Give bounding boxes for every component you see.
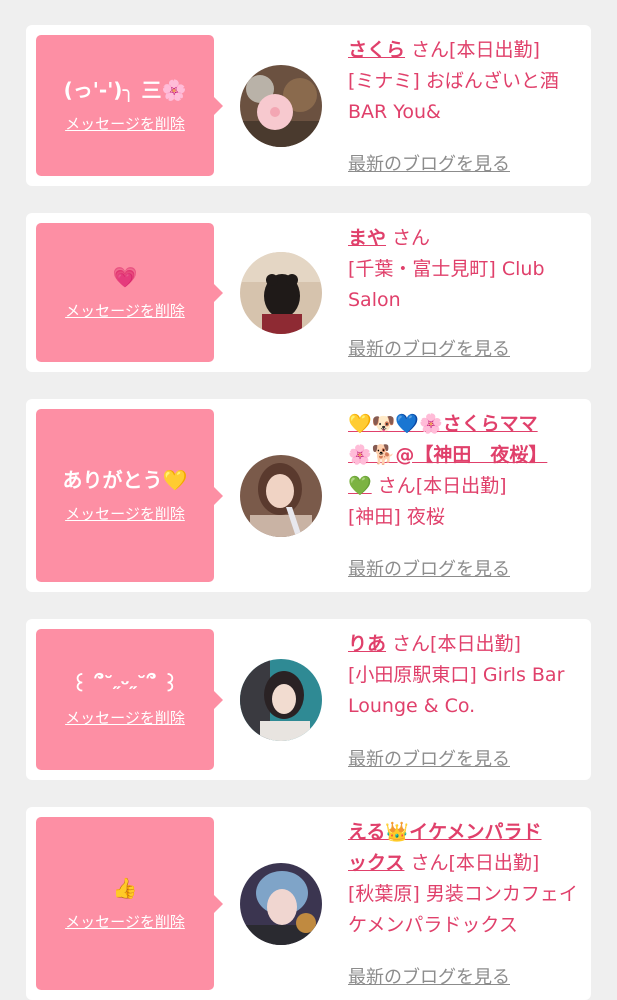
cast-name-link[interactable]: まや — [348, 227, 386, 249]
status-badge: [本日出勤] — [430, 633, 521, 655]
shop-name: [千葉・富士見町] Club Salon — [348, 258, 545, 311]
message-text: ꒰ ՞˘˶ᵕ˶˘՞ ꒱ — [71, 672, 179, 696]
name-line: ックス さん[本日出勤] — [348, 848, 584, 879]
honorific: さん — [411, 39, 450, 61]
avatar-photo — [240, 65, 322, 147]
message-card: ありがとう💛 メッセージを削除 💛🐶💙🌸さくらママ 🌸🐕@【神田 夜桜】 💚 さん… — [26, 399, 591, 592]
delete-message-link[interactable]: メッセージを削除 — [65, 300, 185, 321]
name-line: 🌸🐕@【神田 夜桜】 — [348, 440, 584, 471]
shop-name: [神田] 夜桜 — [348, 506, 445, 528]
name-line: まや さん — [348, 223, 584, 254]
message-text: 💗 — [112, 265, 138, 289]
honorific: さん — [392, 227, 431, 249]
cast-name-link[interactable]: りあ — [348, 633, 386, 655]
avatar-photo — [240, 659, 322, 741]
message-text: 👍 — [112, 876, 138, 900]
latest-blog-link[interactable]: 最新のブログを見る — [348, 555, 510, 581]
honorific: さん — [392, 633, 431, 655]
delete-message-link[interactable]: メッセージを削除 — [65, 707, 185, 728]
cast-name-link[interactable]: 💚 — [348, 475, 372, 497]
cast-name-link[interactable]: さくら — [348, 39, 405, 61]
cast-info: さくら さん[本日出勤] [ミナミ] おばんざいと酒BAR You& — [348, 35, 584, 128]
cast-name-link[interactable]: 🌸🐕@【神田 夜桜】 — [348, 444, 547, 466]
message-list: (っ'-')╮ 三🌸 メッセージを削除 さくら さん[本日出勤] [ミナミ] おば… — [0, 0, 617, 1000]
message-bubble: ありがとう💛 メッセージを削除 — [36, 409, 223, 582]
shop-name: [小田原駅東口] Girls Bar Lounge & Co. — [348, 664, 565, 717]
message-text: ありがとう💛 — [62, 468, 188, 492]
message-bubble: ꒰ ՞˘˶ᵕ˶˘՞ ꒱ メッセージを削除 — [36, 629, 223, 770]
message-bubble: 💗 メッセージを削除 — [36, 223, 223, 362]
name-line: さくら さん[本日出勤] — [348, 35, 584, 66]
avatar[interactable] — [240, 863, 322, 945]
shop-name: [ミナミ] おばんざいと酒BAR You& — [348, 70, 559, 123]
cast-info: りあ さん[本日出勤] [小田原駅東口] Girls Bar Lounge & C… — [348, 629, 584, 722]
latest-blog-link[interactable]: 最新のブログを見る — [348, 335, 510, 361]
avatar-photo — [240, 252, 322, 334]
cast-name-link[interactable]: 💛🐶💙🌸さくらママ — [348, 413, 538, 435]
cast-name-link[interactable]: ックス — [348, 852, 404, 874]
avatar[interactable] — [240, 455, 322, 537]
cast-name-link[interactable]: える👑イケメンパラド — [348, 821, 542, 843]
delete-message-link[interactable]: メッセージを削除 — [65, 911, 185, 932]
cast-info: 💛🐶💙🌸さくらママ 🌸🐕@【神田 夜桜】 💚 さん[本日出勤] [神田] 夜桜 — [348, 409, 584, 533]
latest-blog-link[interactable]: 最新のブログを見る — [348, 150, 510, 176]
message-text: (っ'-')╮ 三🌸 — [63, 78, 187, 102]
honorific: さん — [377, 475, 416, 497]
delete-message-link[interactable]: メッセージを削除 — [65, 113, 185, 134]
status-badge: [本日出勤] — [449, 39, 540, 61]
avatar-photo — [240, 455, 322, 537]
avatar[interactable] — [240, 659, 322, 741]
message-card: (っ'-')╮ 三🌸 メッセージを削除 さくら さん[本日出勤] [ミナミ] おば… — [26, 25, 591, 186]
avatar[interactable] — [240, 252, 322, 334]
cast-info: まや さん [千葉・富士見町] Club Salon — [348, 223, 584, 316]
message-bubble: (っ'-')╮ 三🌸 メッセージを削除 — [36, 35, 223, 176]
avatar[interactable] — [240, 65, 322, 147]
message-card: ꒰ ՞˘˶ᵕ˶˘՞ ꒱ メッセージを削除 りあ さん[本日出勤] [小田原駅東口]… — [26, 619, 591, 780]
latest-blog-link[interactable]: 最新のブログを見る — [348, 745, 510, 771]
avatar-photo — [240, 863, 322, 945]
name-line: える👑イケメンパラド — [348, 817, 584, 848]
message-card: 👍 メッセージを削除 える👑イケメンパラド ックス さん[本日出勤] [秋葉原] … — [26, 807, 591, 1000]
status-badge: [本日出勤] — [415, 475, 507, 497]
delete-message-link[interactable]: メッセージを削除 — [65, 503, 185, 524]
message-card: 💗 メッセージを削除 まや さん [千葉・富士見町] Club Salon 最新の… — [26, 213, 591, 372]
shop-name: [秋葉原] 男装コンカフェイケメンパラドックス — [348, 883, 578, 936]
honorific: さん — [410, 852, 449, 874]
message-bubble: 👍 メッセージを削除 — [36, 817, 223, 990]
name-line: 💛🐶💙🌸さくらママ — [348, 409, 584, 440]
latest-blog-link[interactable]: 最新のブログを見る — [348, 963, 510, 989]
name-line: りあ さん[本日出勤] — [348, 629, 584, 660]
cast-info: える👑イケメンパラド ックス さん[本日出勤] [秋葉原] 男装コンカフェイケメン… — [348, 817, 584, 941]
status-badge: [本日出勤] — [448, 852, 540, 874]
name-line: 💚 さん[本日出勤] — [348, 471, 584, 502]
